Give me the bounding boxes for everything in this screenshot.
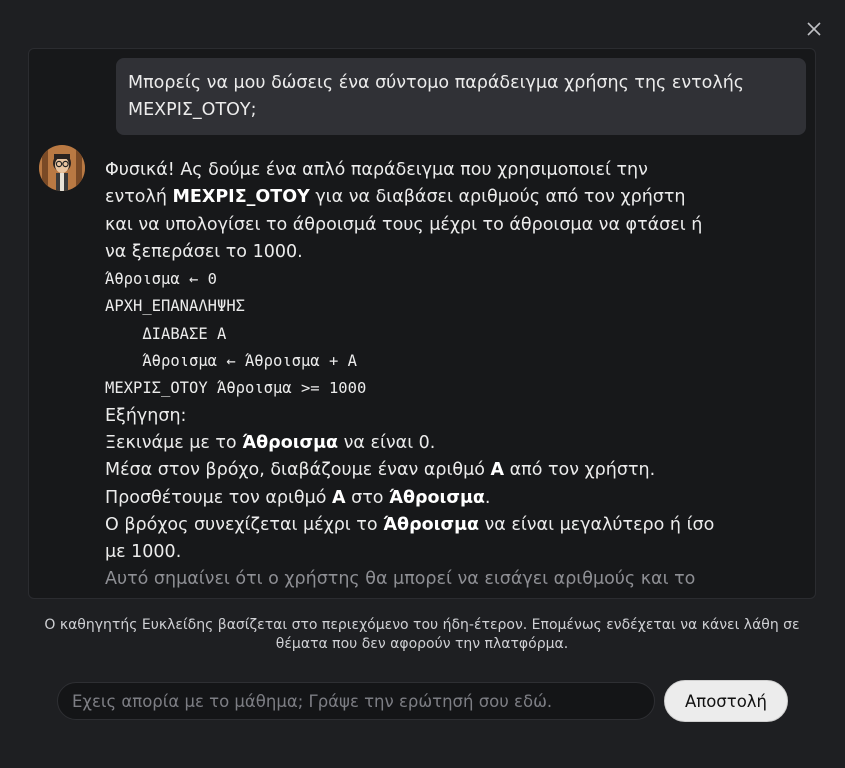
disclaimer-text: Ο καθηγητής Ευκλείδης βασίζεται στο περι…: [44, 617, 800, 652]
code-line: ΑΡΧΗ_ΕΠΑΝΑΛΗΨΗΣ: [105, 297, 245, 316]
assistant-avatar: [39, 145, 85, 191]
assistant-intro: Φυσικά! Ας δούμε ένα απλό παράδειγμα που…: [105, 157, 715, 266]
intro-keyword: ΜΕΧΡΙΣ_ΟΤΟΥ: [172, 187, 310, 208]
user-message-bubble: Μπορείς να μου δώσεις ένα σύντομο παράδε…: [116, 58, 806, 135]
close-icon: [807, 22, 821, 36]
code-line: Άθροισμα ← 0: [105, 270, 217, 289]
code-line: ΜΕΧΡΙΣ_ΟΤΟΥ Άθροισμα >= 1000: [105, 379, 367, 398]
explanation-line: Ξεκινάμε με το Άθροισμα να είναι 0.: [105, 432, 436, 453]
user-message-text: Μπορείς να μου δώσεις ένα σύντομο παράδε…: [128, 73, 745, 120]
explanation-line: Μέσα στον βρόχο, διαβάζουμε έναν αριθμό …: [105, 460, 656, 481]
chat-input-container[interactable]: [57, 682, 655, 720]
code-line: Άθροισμα ← Άθροισμα + Α: [105, 352, 357, 371]
explanation-heading: Εξήγηση:: [105, 405, 187, 426]
explanation-line: Ο βρόχος συνεχίζεται μέχρι το Άθροισμα ν…: [105, 514, 715, 563]
code-line: ΔΙΑΒΑΣΕ Α: [105, 324, 227, 343]
explanation-line: Προσθέτουμε τον αριθμό Α στο Άθροισμα.: [105, 487, 491, 508]
chat-input[interactable]: [58, 683, 654, 719]
explanation-line-partial: Αυτό σημαίνει ότι ο χρήστης θα μπορεί να…: [105, 569, 696, 590]
chat-panel[interactable]: Μπορείς να μου δώσεις ένα σύντομο παράδε…: [28, 48, 816, 599]
assistant-message: Φυσικά! Ας δούμε ένα απλό παράδειγμα που…: [105, 157, 715, 594]
close-button[interactable]: [803, 18, 825, 40]
send-button[interactable]: Αποστολή: [664, 680, 788, 722]
